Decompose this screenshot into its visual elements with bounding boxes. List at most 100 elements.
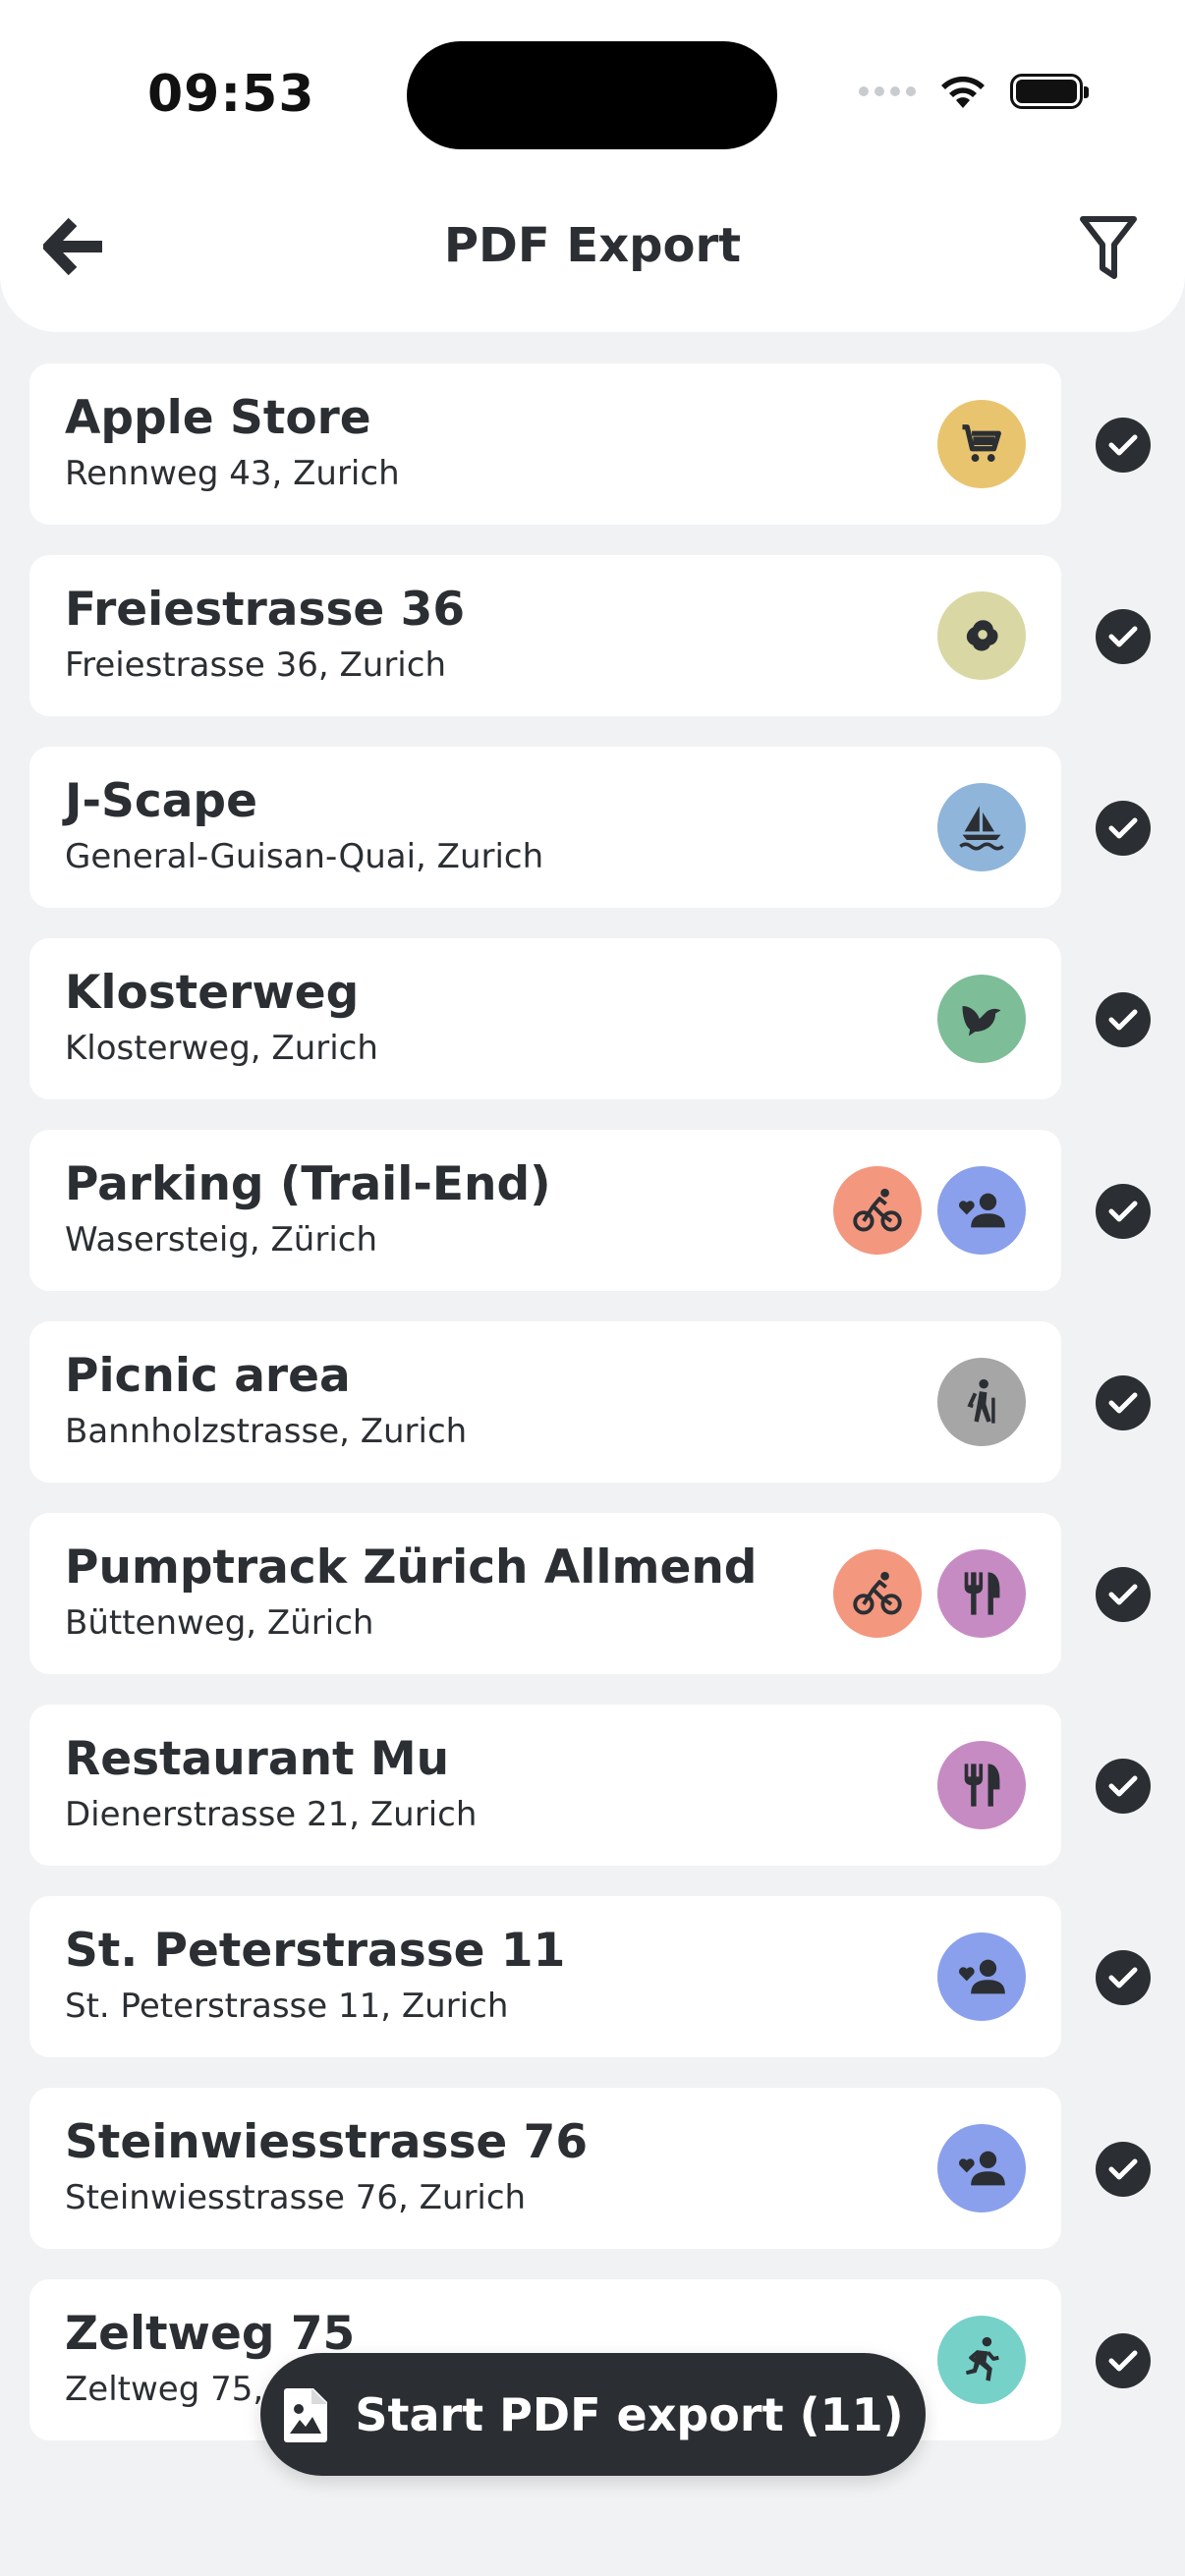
pdf-image-icon (284, 2387, 328, 2442)
place-row: Pumptrack Zürich Allmend Büttenweg, Züric… (29, 1513, 1169, 1674)
place-address: St. Peterstrasse 11, Zurich (65, 1987, 509, 2026)
dynamic-island (407, 41, 777, 149)
selected-checkbox[interactable] (1096, 609, 1151, 664)
place-row: Apple Store Rennweg 43, Zurich (29, 364, 1169, 525)
place-card[interactable]: Klosterweg Klosterweg, Zurich (29, 938, 1061, 1099)
place-row: Picnic area Bannholzstrasse, Zurich (29, 1321, 1169, 1483)
cart-icon (937, 400, 1026, 488)
selected-checkbox[interactable] (1096, 418, 1151, 473)
filter-button[interactable] (1071, 210, 1146, 285)
place-card[interactable]: Pumptrack Zürich Allmend Büttenweg, Züric… (29, 1513, 1061, 1674)
place-card[interactable]: Steinwiesstrasse 76 Steinwiesstrasse 76, … (29, 2088, 1061, 2249)
place-row: St. Peterstrasse 11 St. Peterstrasse 11, … (29, 1896, 1169, 2057)
filter-icon (1080, 216, 1137, 279)
place-list: Apple Store Rennweg 43, Zurich Freiestrass… (29, 364, 1169, 2471)
status-time: 09:53 (147, 65, 315, 124)
selected-checkbox[interactable] (1096, 1950, 1151, 2005)
category-badges (937, 400, 1026, 488)
place-row: Klosterweg Klosterweg, Zurich (29, 938, 1169, 1099)
place-address: Dienerstrasse 21, Zurich (65, 1795, 478, 1834)
selected-checkbox[interactable] (1096, 2333, 1151, 2388)
checkmark-icon (1108, 1967, 1138, 1988)
category-badges (937, 591, 1026, 680)
checkmark-icon (1108, 1392, 1138, 1414)
sailboat-icon (937, 783, 1026, 871)
start-pdf-export-button[interactable]: Start PDF export (11) (260, 2353, 926, 2476)
checkmark-icon (1108, 1201, 1138, 1222)
place-address: General-Guisan-Quai, Zurich (65, 837, 544, 876)
category-badges (833, 1549, 1026, 1638)
restaurant-icon (937, 1741, 1026, 1829)
category-badges (833, 1166, 1026, 1255)
place-address: Wasersteig, Zürich (65, 1220, 378, 1260)
place-address: Büttenweg, Zürich (65, 1603, 374, 1643)
place-card[interactable]: Parking (Trail-End) Wasersteig, Zürich (29, 1130, 1061, 1291)
place-row: Freiestrasse 36 Freiestrasse 36, Zurich (29, 555, 1169, 716)
checkmark-icon (1108, 1775, 1138, 1797)
hiking-icon (937, 1358, 1026, 1446)
selected-checkbox[interactable] (1096, 1759, 1151, 1814)
place-card[interactable]: St. Peterstrasse 11 St. Peterstrasse 11, … (29, 1896, 1061, 2057)
place-card[interactable]: Freiestrasse 36 Freiestrasse 36, Zurich (29, 555, 1061, 716)
social-icon (937, 2124, 1026, 2212)
checkmark-icon (1108, 434, 1138, 456)
place-name: Parking (Trail-End) (65, 1157, 551, 1211)
place-address: Rennweg 43, Zurich (65, 454, 400, 493)
place-address: Freiestrasse 36, Zurich (65, 645, 446, 685)
bike-icon (833, 1549, 922, 1638)
checkmark-icon (1108, 2158, 1138, 2180)
place-name: Klosterweg (65, 966, 360, 1020)
category-badges (937, 783, 1026, 871)
place-name: Freiestrasse 36 (65, 583, 466, 637)
social-icon (937, 1932, 1026, 2021)
cellular-signal-icon (859, 86, 916, 96)
place-name: Steinwiesstrasse 76 (65, 2115, 589, 2169)
social-icon (937, 1166, 1026, 1255)
place-row: Restaurant Mu Dienerstrasse 21, Zurich (29, 1705, 1169, 1866)
place-row: Steinwiesstrasse 76 Steinwiesstrasse 76, … (29, 2088, 1169, 2249)
checkmark-icon (1108, 817, 1138, 839)
place-name: Apple Store (65, 391, 371, 445)
place-row: Parking (Trail-End) Wasersteig, Zürich (29, 1130, 1169, 1291)
wifi-icon (941, 76, 985, 108)
place-address: Klosterweg, Zurich (65, 1029, 378, 1068)
place-name: Pumptrack Zürich Allmend (65, 1540, 758, 1595)
page-title: PDF Export (443, 218, 742, 273)
bird-icon (937, 975, 1026, 1063)
place-card[interactable]: Picnic area Bannholzstrasse, Zurich (29, 1321, 1061, 1483)
restaurant-icon (937, 1549, 1026, 1638)
selected-checkbox[interactable] (1096, 801, 1151, 856)
place-address: Steinwiesstrasse 76, Zurich (65, 2178, 527, 2217)
selected-checkbox[interactable] (1096, 992, 1151, 1047)
place-name: Picnic area (65, 1349, 351, 1403)
checkmark-icon (1108, 1584, 1138, 1605)
category-badges (937, 2316, 1026, 2404)
place-row: J-Scape General-Guisan-Quai, Zurich (29, 747, 1169, 908)
selected-checkbox[interactable] (1096, 1184, 1151, 1239)
nature-icon (937, 591, 1026, 680)
category-badges (937, 2124, 1026, 2212)
category-badges (937, 1932, 1026, 2021)
selected-checkbox[interactable] (1096, 1567, 1151, 1622)
selected-checkbox[interactable] (1096, 1375, 1151, 1430)
category-badges (937, 1358, 1026, 1446)
place-name: St. Peterstrasse 11 (65, 1924, 566, 1978)
place-name: J-Scape (65, 774, 257, 828)
checkmark-icon (1108, 1009, 1138, 1031)
place-name: Restaurant Mu (65, 1732, 450, 1786)
bike-icon (833, 1166, 922, 1255)
selected-checkbox[interactable] (1096, 2142, 1151, 2197)
checkmark-icon (1108, 626, 1138, 647)
running-icon (937, 2316, 1026, 2404)
category-badges (937, 975, 1026, 1063)
place-card[interactable]: Restaurant Mu Dienerstrasse 21, Zurich (29, 1705, 1061, 1866)
battery-icon (1010, 74, 1089, 109)
place-address: Bannholzstrasse, Zurich (65, 1412, 468, 1451)
category-badges (937, 1741, 1026, 1829)
checkmark-icon (1108, 2350, 1138, 2372)
export-label: Start PDF export (11) (355, 2387, 904, 2441)
place-card[interactable]: Apple Store Rennweg 43, Zurich (29, 364, 1061, 525)
top-bar: 09:53 PDF Export (0, 0, 1185, 332)
place-card[interactable]: J-Scape General-Guisan-Quai, Zurich (29, 747, 1061, 908)
status-icons (859, 73, 1089, 110)
